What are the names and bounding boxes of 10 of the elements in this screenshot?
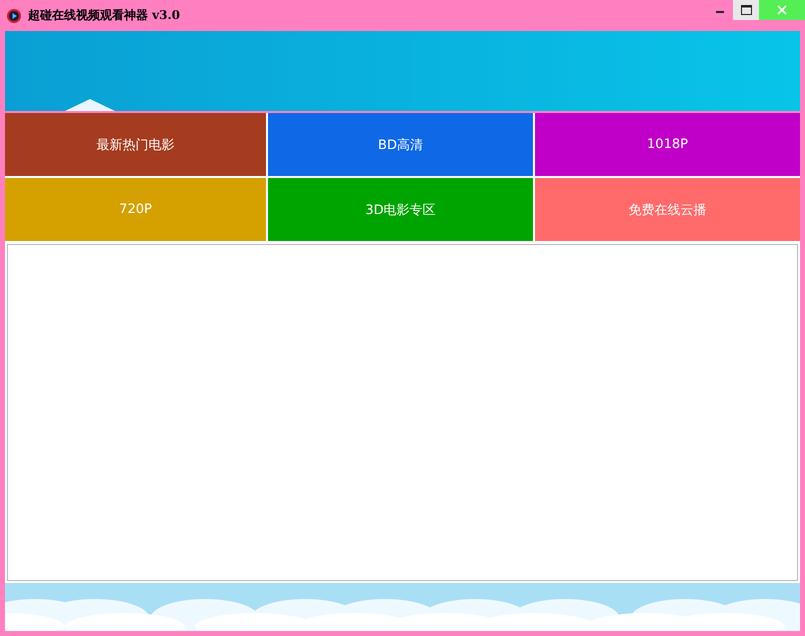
category-tile[interactable]: BD高清: [268, 113, 533, 176]
maximize-button[interactable]: [733, 0, 759, 20]
play-icon: [6, 8, 22, 24]
window-title: 超碰在线视频观看神器 v3.0: [28, 7, 182, 24]
maximize-icon: [740, 5, 752, 15]
close-icon: [777, 5, 787, 15]
category-tile[interactable]: 1018P: [535, 113, 800, 176]
category-tile[interactable]: 最新热门电影: [5, 113, 266, 176]
category-tile[interactable]: 免费在线云播: [535, 178, 800, 241]
category-tile[interactable]: 3D电影专区: [268, 178, 533, 241]
